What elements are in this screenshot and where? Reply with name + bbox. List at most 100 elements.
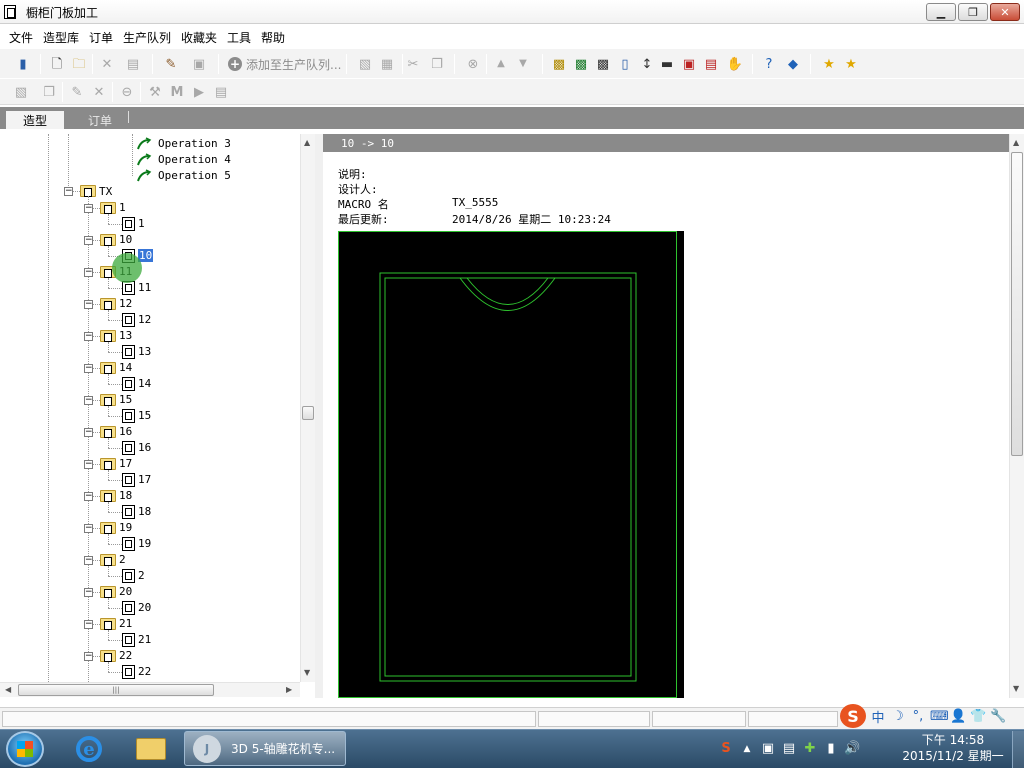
scroll-right-icon[interactable]: ▶ bbox=[286, 685, 292, 694]
tree-expander[interactable]: − bbox=[84, 556, 93, 565]
measure-vertical-icon[interactable]: ↕ bbox=[638, 55, 656, 73]
tree-group-label[interactable]: 12 bbox=[119, 297, 132, 310]
tree-expander[interactable]: − bbox=[84, 588, 93, 597]
help-icon[interactable]: ? bbox=[760, 55, 778, 73]
tree-vertical-scrollbar[interactable]: ▲ ▼ bbox=[300, 134, 315, 682]
delete-icon[interactable]: ✕ bbox=[98, 55, 116, 73]
network-device-icon[interactable]: ▣ bbox=[760, 741, 776, 756]
cut-icon[interactable]: ✂ bbox=[404, 55, 422, 73]
menu-orders[interactable]: 订单 bbox=[89, 29, 113, 46]
tree-horizontal-scrollbar[interactable]: ◀ ||| ▶ bbox=[0, 682, 300, 697]
tree-expander[interactable]: − bbox=[84, 460, 93, 469]
layer-stack-icon[interactable]: ▩ bbox=[594, 55, 612, 73]
scroll-left-icon[interactable]: ◀ bbox=[5, 685, 11, 694]
tree-expander[interactable]: − bbox=[84, 236, 93, 245]
tree-part-label[interactable]: 14 bbox=[138, 377, 151, 390]
start-button[interactable] bbox=[6, 731, 44, 767]
hand-icon[interactable]: ✋ bbox=[726, 55, 744, 73]
tree-expander[interactable]: − bbox=[84, 396, 93, 405]
ime-halfwidth-icon[interactable]: ☽ bbox=[890, 709, 906, 724]
tree-expander[interactable]: − bbox=[84, 204, 93, 213]
tree-group-label[interactable]: 10 bbox=[119, 233, 132, 246]
tree-part-label[interactable]: 15 bbox=[138, 409, 151, 422]
copy-icon[interactable]: ❐ bbox=[428, 55, 446, 73]
menu-model-library[interactable]: 造型库 bbox=[43, 29, 79, 46]
tree-group-label[interactable]: 2 bbox=[119, 553, 126, 566]
tree-part-label[interactable]: 12 bbox=[138, 313, 151, 326]
ime-user-icon[interactable]: 👤 bbox=[950, 709, 966, 724]
tree-expander[interactable]: − bbox=[84, 652, 93, 661]
menu-production-queue[interactable]: 生产队列 bbox=[123, 29, 171, 46]
tree-part-label[interactable]: 20 bbox=[138, 601, 151, 614]
tree-part-label[interactable]: 1 bbox=[138, 217, 145, 230]
ime-settings-icon[interactable]: 🔧 bbox=[990, 709, 1006, 724]
play-icon[interactable]: ▶ bbox=[190, 83, 208, 101]
tree-group-label[interactable]: 20 bbox=[119, 585, 132, 598]
pane-splitter[interactable] bbox=[315, 134, 323, 698]
title-bar[interactable]: 橱柜门板加工 bbox=[0, 0, 1024, 24]
tree-expander[interactable]: − bbox=[84, 524, 93, 533]
tree-expander[interactable]: − bbox=[84, 364, 93, 373]
magic-wand-icon[interactable]: ✎ bbox=[162, 55, 180, 73]
tree-part-label[interactable]: 17 bbox=[138, 473, 151, 486]
taskbar-clock[interactable]: 下午 14:58 2015/11/2 星期一 bbox=[898, 732, 1008, 764]
new-file-icon[interactable]: 🗋 bbox=[48, 55, 66, 73]
tree-group-label[interactable]: 14 bbox=[119, 361, 132, 374]
tree-expander[interactable]: − bbox=[84, 300, 93, 309]
tree-part-label[interactable]: 13 bbox=[138, 345, 151, 358]
pattern-red-icon[interactable]: ▤ bbox=[702, 55, 720, 73]
open-folder-icon[interactable]: 🗀 bbox=[70, 55, 88, 73]
duplicate-icon[interactable]: ❐ bbox=[40, 83, 58, 101]
tree-group-label[interactable]: 18 bbox=[119, 489, 132, 502]
tree-group-label[interactable]: 15 bbox=[119, 393, 132, 406]
macro-m-icon[interactable]: M bbox=[168, 83, 186, 101]
tree-part-label[interactable]: 19 bbox=[138, 537, 151, 550]
scroll-thumb[interactable] bbox=[302, 406, 314, 420]
tree-expander[interactable]: − bbox=[84, 268, 93, 277]
tree-expander[interactable]: − bbox=[84, 492, 93, 501]
clipboard-icon[interactable]: ▤ bbox=[781, 741, 797, 756]
menu-favorites[interactable]: 收藏夹 bbox=[181, 29, 217, 46]
scroll-down-icon[interactable]: ▼ bbox=[1013, 684, 1019, 693]
app-taskbar-button[interactable]: J 3D 5-轴雕花机专... bbox=[184, 731, 346, 766]
scroll-thumb[interactable] bbox=[1011, 152, 1023, 456]
layout-icon[interactable]: ▦ bbox=[378, 55, 396, 73]
tree-expander[interactable]: − bbox=[84, 428, 93, 437]
move-up-icon[interactable]: ▲ bbox=[492, 55, 510, 73]
tree-group-label[interactable]: 17 bbox=[119, 457, 132, 470]
remove-icon[interactable]: ✕ bbox=[90, 83, 108, 101]
tree-group-label[interactable]: 13 bbox=[119, 329, 132, 342]
tree-root-label[interactable]: TX bbox=[99, 185, 112, 198]
signal-bars-icon[interactable]: ▮ bbox=[823, 741, 839, 756]
maximize-button[interactable]: ❐ bbox=[958, 3, 988, 21]
tree-group-label[interactable]: 22 bbox=[119, 649, 132, 662]
layer-green-icon[interactable]: ▩ bbox=[572, 55, 590, 73]
explorer-taskbar-button[interactable] bbox=[128, 733, 174, 765]
tool-icon[interactable]: ⚒ bbox=[146, 83, 164, 101]
properties-icon[interactable]: ▤ bbox=[124, 55, 142, 73]
tree-part-label[interactable]: 22 bbox=[138, 665, 151, 678]
ime-chinese-mode-icon[interactable]: 中 bbox=[870, 707, 886, 726]
close-button[interactable]: ✕ bbox=[990, 3, 1020, 21]
preview-icon[interactable]: ▧ bbox=[356, 55, 374, 73]
menu-file[interactable]: 文件 bbox=[9, 29, 33, 46]
ime-toolbar[interactable]: S 中 ☽ °, ⌨ 👤 👕 🔧 bbox=[838, 704, 1024, 728]
tree-part-label[interactable]: 2 bbox=[138, 569, 145, 582]
tree-group-label[interactable]: 21 bbox=[119, 617, 132, 630]
tree-expander[interactable]: − bbox=[64, 187, 73, 196]
remove-favorite-icon[interactable]: ★ bbox=[842, 55, 860, 73]
import-icon[interactable]: ▧ bbox=[12, 83, 30, 101]
scroll-thumb[interactable]: ||| bbox=[18, 684, 214, 696]
open-book-icon[interactable]: ▯ bbox=[616, 55, 634, 73]
ime-skin-icon[interactable]: 👕 bbox=[970, 709, 986, 724]
scroll-up-icon[interactable]: ▲ bbox=[1013, 138, 1019, 147]
lock-icon[interactable]: ▣ bbox=[190, 55, 208, 73]
tree-group-label[interactable]: 19 bbox=[119, 521, 132, 534]
about-icon[interactable]: ◆ bbox=[784, 55, 802, 73]
internet-explorer-taskbar-button[interactable]: e bbox=[66, 733, 112, 765]
layer-yellow-icon[interactable]: ▩ bbox=[550, 55, 568, 73]
edit-icon[interactable]: ✎ bbox=[68, 83, 86, 101]
add-to-queue-button[interactable]: + 添加至生产队列... bbox=[228, 54, 341, 74]
volume-icon[interactable]: 🔊 bbox=[844, 741, 860, 756]
menu-help[interactable]: 帮助 bbox=[261, 29, 285, 46]
